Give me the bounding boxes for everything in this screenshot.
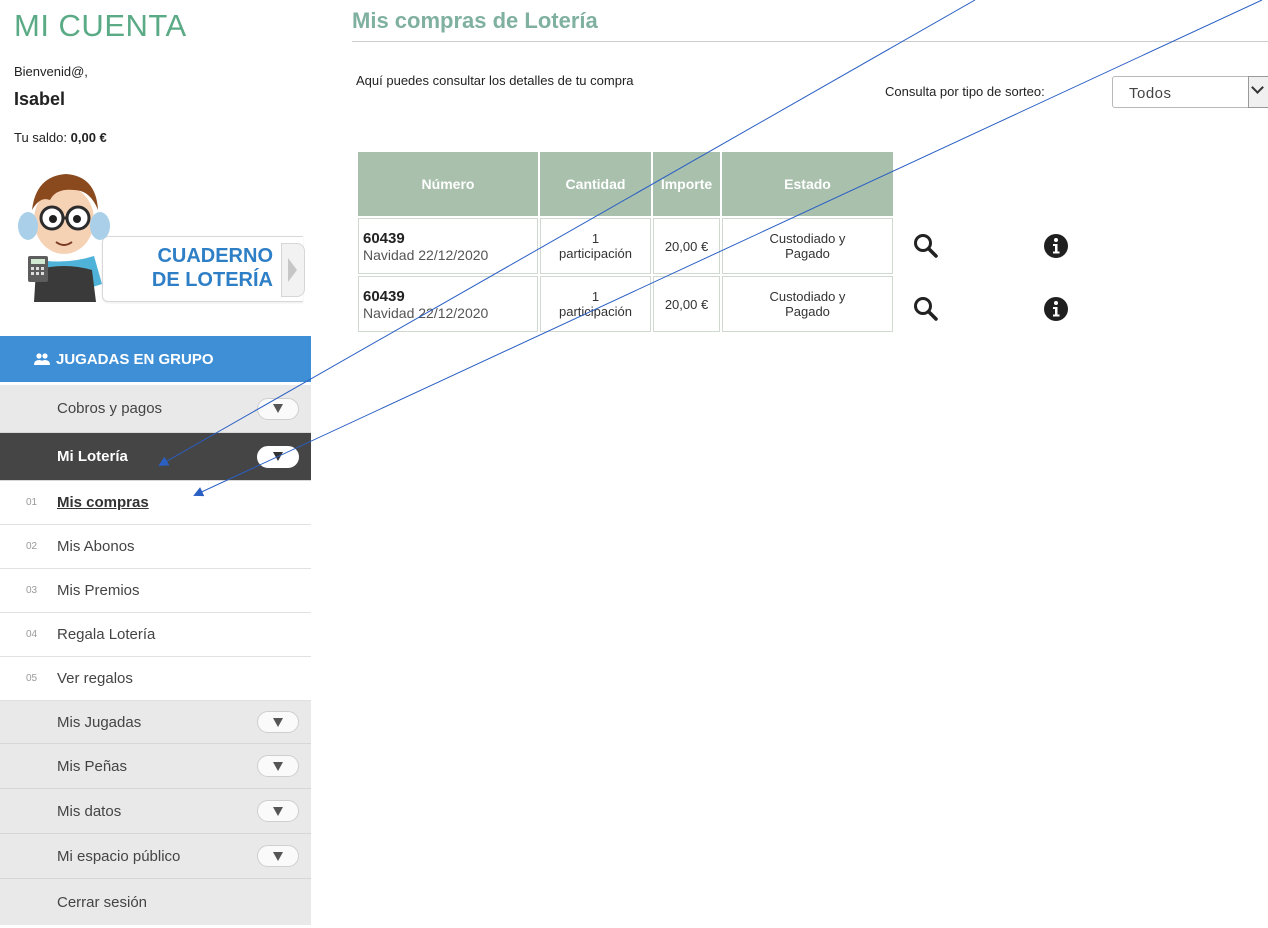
submenu-mis-premios[interactable]: 03 Mis Premios xyxy=(0,569,311,613)
cell-estado: Custodiado y Pagado xyxy=(722,276,893,332)
banner-line-2: DE LOTERÍA xyxy=(151,269,273,291)
column-header-numero: Número xyxy=(358,152,538,216)
sidebar: MI CUENTA Bienvenid@, Isabel Tu saldo: 0… xyxy=(0,0,312,928)
purchases-table: Número Cantidad Importe Estado 60439 Nav… xyxy=(356,150,895,334)
submenu-regala-loteria[interactable]: 04 Regala Lotería xyxy=(0,613,311,657)
cell-importe: 20,00 € xyxy=(653,276,720,332)
submenu-number: 01 xyxy=(26,497,38,508)
submenu-number: 04 xyxy=(26,629,38,640)
column-header-importe: Importe xyxy=(653,152,720,216)
cuaderno-loteria-banner[interactable]: CUADERNO DE LOTERÍA xyxy=(10,166,306,302)
jugadas-en-grupo-button[interactable]: JUGADAS EN GRUPO xyxy=(0,336,311,382)
banner-box[interactable]: CUADERNO DE LOTERÍA xyxy=(102,236,305,302)
logout-button[interactable]: Cerrar sesión xyxy=(0,879,311,925)
filter-label: Consulta por tipo de sorteo: xyxy=(885,84,1045,99)
status-line-1: Custodiado y xyxy=(769,289,846,304)
cell-importe: 20,00 € xyxy=(653,218,720,274)
menu-label: Mis Peñas xyxy=(57,757,128,775)
submenu-number: 05 xyxy=(26,673,38,684)
users-group-icon xyxy=(34,352,50,366)
cell-cantidad: 1 participación xyxy=(540,276,651,332)
search-icon[interactable] xyxy=(913,233,939,259)
submenu-label[interactable]: Mis Abonos xyxy=(57,538,135,555)
column-header-estado: Estado xyxy=(722,152,893,216)
menu-mi-loteria[interactable]: Mi Lotería xyxy=(0,433,311,481)
welcome-text: Bienvenid@, xyxy=(14,64,88,79)
info-icon[interactable] xyxy=(1043,296,1069,322)
account-menu: Cobros y pagos Mi Lotería 01 Mis compras… xyxy=(0,385,311,925)
submenu-label[interactable]: Mis Premios xyxy=(57,582,140,599)
lottery-number: 60439 xyxy=(363,229,405,247)
info-icon[interactable] xyxy=(1043,233,1069,259)
group-button-label: JUGADAS EN GRUPO xyxy=(56,350,214,368)
menu-mis-datos[interactable]: Mis datos xyxy=(0,789,311,834)
quantity-number: 1 xyxy=(591,289,600,304)
quantity-number: 1 xyxy=(591,231,600,246)
table-row: 60439 Navidad 22/12/2020 1 participación… xyxy=(358,218,893,274)
chevron-down-icon[interactable] xyxy=(257,397,299,420)
column-header-cantidad: Cantidad xyxy=(540,152,651,216)
submenu-number: 03 xyxy=(26,585,38,596)
submenu-mis-abonos[interactable]: 02 Mis Abonos xyxy=(0,525,311,569)
menu-mis-jugadas[interactable]: Mis Jugadas xyxy=(0,701,311,744)
cell-numero: 60439 Navidad 22/12/2020 xyxy=(358,276,538,332)
chevron-down-icon[interactable] xyxy=(257,445,299,468)
banner-line-1: CUADERNO xyxy=(157,245,273,267)
menu-label: Cobros y pagos xyxy=(57,400,163,417)
quantity-unit: participación xyxy=(559,246,632,261)
chevron-down-icon[interactable] xyxy=(257,800,299,822)
menu-mi-espacio-publico[interactable]: Mi espacio público xyxy=(0,834,311,879)
table-header-row: Número Cantidad Importe Estado xyxy=(358,152,893,216)
chevron-down-icon[interactable] xyxy=(257,755,299,777)
chevron-down-icon[interactable] xyxy=(257,845,299,867)
cell-cantidad: 1 participación xyxy=(540,218,651,274)
status-line-1: Custodiado y xyxy=(769,231,846,246)
title-divider xyxy=(352,41,1268,42)
draw-name: Navidad 22/12/2020 xyxy=(363,246,489,263)
submenu-mis-compras[interactable]: 01 Mis compras xyxy=(0,481,311,525)
intro-text: Aquí puedes consultar los detalles de tu… xyxy=(356,73,634,88)
submenu-number: 02 xyxy=(26,541,38,552)
balance-value: 0,00 € xyxy=(70,130,107,145)
table-row: 60439 Navidad 22/12/2020 1 participación… xyxy=(358,276,893,332)
menu-label: Mis Jugadas xyxy=(57,713,142,731)
menu-cobros-y-pagos[interactable]: Cobros y pagos xyxy=(0,385,311,433)
draw-name: Navidad 22/12/2020 xyxy=(363,304,489,321)
menu-label: Mis datos xyxy=(57,802,122,820)
lottery-number: 60439 xyxy=(363,287,405,305)
select-value: Todos xyxy=(1129,85,1172,102)
search-icon[interactable] xyxy=(913,296,939,322)
logout-label: Cerrar sesión xyxy=(57,893,148,911)
submenu-label[interactable]: Ver regalos xyxy=(57,670,133,687)
status-line-2: Pagado xyxy=(785,304,830,319)
cell-estado: Custodiado y Pagado xyxy=(722,218,893,274)
mascot-illustration xyxy=(18,174,110,302)
menu-label: Mi Lotería xyxy=(57,448,128,465)
account-title: MI CUENTA xyxy=(14,8,187,43)
submenu-label[interactable]: Mis compras xyxy=(57,494,149,511)
chevron-down-icon[interactable] xyxy=(1248,76,1268,108)
chevron-down-icon[interactable] xyxy=(257,711,299,733)
menu-mis-penas[interactable]: Mis Peñas xyxy=(0,744,311,789)
balance: Tu saldo: 0,00 € xyxy=(14,130,107,145)
quantity-unit: participación xyxy=(559,304,632,319)
status-line-2: Pagado xyxy=(785,246,830,261)
username: Isabel xyxy=(14,89,66,109)
submenu-ver-regalos[interactable]: 05 Ver regalos xyxy=(0,657,311,701)
banner-arrow-icon[interactable] xyxy=(281,243,305,297)
page-title: Mis compras de Lotería xyxy=(352,8,598,33)
cell-numero: 60439 Navidad 22/12/2020 xyxy=(358,218,538,274)
menu-label: Mi espacio público xyxy=(57,847,181,865)
submenu-label[interactable]: Regala Lotería xyxy=(57,626,155,643)
draw-type-select[interactable]: Todos xyxy=(1112,76,1268,108)
balance-label: Tu saldo: xyxy=(14,130,67,145)
